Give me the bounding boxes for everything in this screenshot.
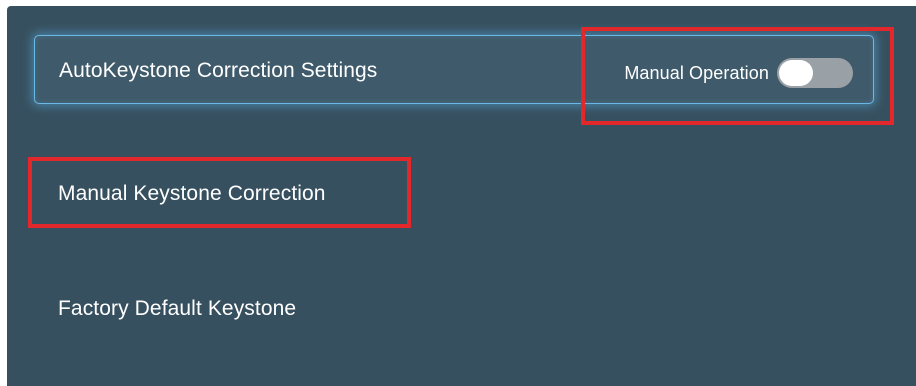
factory-default-keystone-label: Factory Default Keystone	[58, 297, 297, 320]
auto-keystone-settings-label: AutoKeystone Correction Settings	[59, 59, 378, 82]
manual-keystone-correction-label: Manual Keystone Correction	[58, 182, 326, 205]
manual-operation-label: Manual Operation	[624, 62, 769, 83]
auto-keystone-settings-item[interactable]: AutoKeystone Correction Settings Manual …	[34, 35, 874, 104]
manual-operation-control[interactable]: Manual Operation	[624, 58, 853, 88]
manual-operation-toggle[interactable]	[777, 58, 853, 88]
toggle-knob	[779, 60, 813, 86]
